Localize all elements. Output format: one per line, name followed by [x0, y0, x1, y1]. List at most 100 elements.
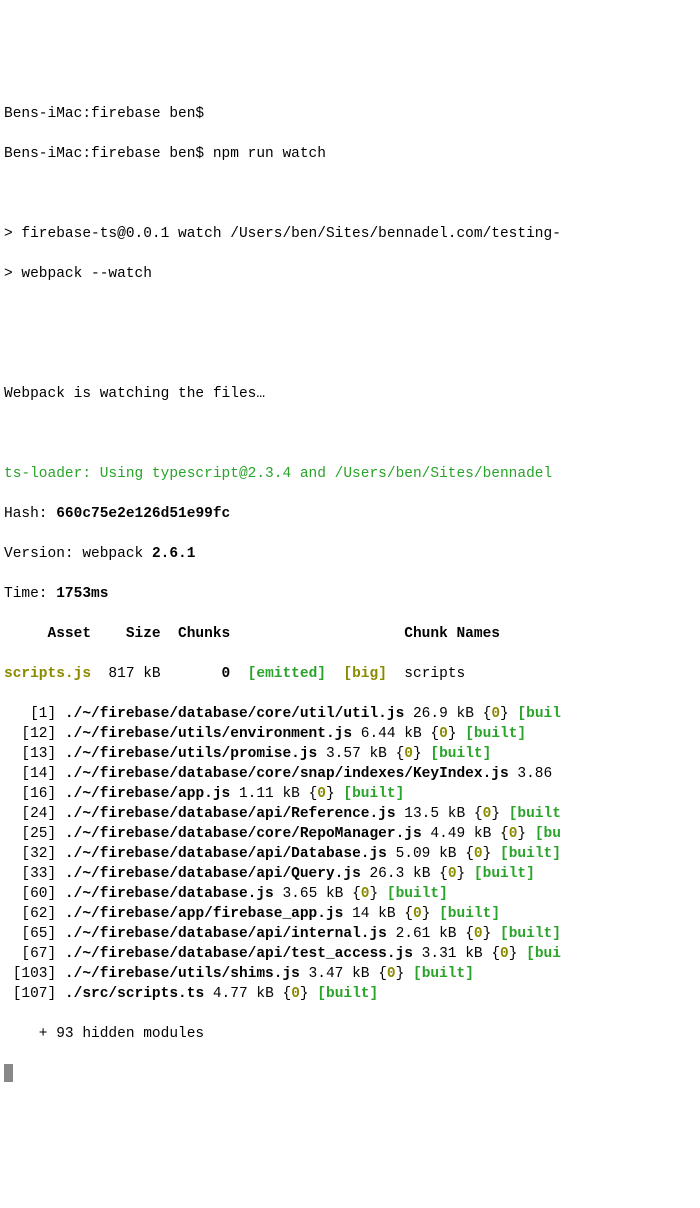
module-size: 3.47 kB: [300, 966, 378, 982]
module-status: [built]: [404, 966, 474, 982]
module-size: 14 kB: [343, 906, 404, 922]
module-chunk: 0: [448, 866, 457, 882]
module-row: [32] ./~/firebase/database/api/Database.…: [4, 844, 696, 864]
module-row: [25] ./~/firebase/database/core/RepoMana…: [4, 824, 696, 844]
module-id: [13]: [4, 746, 56, 762]
module-chunk: 0: [474, 926, 483, 942]
brace-close: }: [300, 986, 309, 1002]
module-status: [built]: [465, 866, 535, 882]
module-status: [buil: [509, 706, 561, 722]
brace-close: }: [483, 926, 492, 942]
module-size: 2.61 kB: [387, 926, 465, 942]
module-size: 5.09 kB: [387, 846, 465, 862]
module-status: [built]: [335, 786, 405, 802]
module-size: 26.3 kB: [361, 866, 439, 882]
brace-open: {: [491, 946, 500, 962]
module-id: [67]: [4, 946, 56, 962]
module-chunk: 0: [317, 786, 326, 802]
module-path: ./~/firebase/database/core/RepoManager.j…: [56, 826, 421, 842]
hash-line: Hash: 660c75e2e126d51e99fc: [4, 504, 696, 524]
module-row: [60] ./~/firebase/database.js 3.65 kB {0…: [4, 884, 696, 904]
brace-close: }: [491, 806, 500, 822]
brace-open: {: [404, 906, 413, 922]
prompt-line: Bens-iMac:firebase ben$: [4, 104, 696, 124]
module-chunk: 0: [509, 826, 518, 842]
brace-close: }: [448, 726, 457, 742]
module-chunk: 0: [413, 906, 422, 922]
module-size: 3.57 kB: [317, 746, 395, 762]
module-path: ./~/firebase/database/api/Reference.js: [56, 806, 395, 822]
terminal-output[interactable]: Bens-iMac:firebase ben$ Bens-iMac:fireba…: [4, 84, 696, 1104]
module-row: [107] ./src/scripts.ts 4.77 kB {0} [buil…: [4, 984, 696, 1004]
module-chunk: 0: [491, 706, 500, 722]
module-size: 4.49 kB: [422, 826, 500, 842]
module-id: [1]: [4, 706, 56, 722]
brace-open: {: [474, 806, 483, 822]
asset-chunk-names: scripts: [387, 666, 465, 682]
module-row: [103] ./~/firebase/utils/shims.js 3.47 k…: [4, 964, 696, 984]
brace-close: }: [413, 746, 422, 762]
module-row: [33] ./~/firebase/database/api/Query.js …: [4, 864, 696, 884]
prompt-command-line: Bens-iMac:firebase ben$ npm run watch: [4, 144, 696, 164]
module-row: [65] ./~/firebase/database/api/internal.…: [4, 924, 696, 944]
brace-close: }: [509, 946, 518, 962]
module-status: [built]: [309, 986, 379, 1002]
module-chunk: 0: [291, 986, 300, 1002]
asset-chunks: 0: [161, 666, 231, 682]
brace-open: {: [282, 986, 291, 1002]
module-chunk: 0: [387, 966, 396, 982]
module-id: [103]: [4, 966, 56, 982]
time-label: Time:: [4, 586, 56, 602]
module-status: [bu: [526, 826, 561, 842]
module-id: [25]: [4, 826, 56, 842]
module-row: [14] ./~/firebase/database/core/snap/ind…: [4, 764, 696, 784]
module-chunk: 0: [404, 746, 413, 762]
brace-open: {: [396, 746, 405, 762]
module-status: [built]: [422, 746, 492, 762]
npm-output-line: > webpack --watch: [4, 264, 696, 284]
module-size: 3.65 kB: [274, 886, 352, 902]
brace-open: {: [352, 886, 361, 902]
module-chunk: 0: [439, 726, 448, 742]
module-id: [60]: [4, 886, 56, 902]
asset-name: scripts.js: [4, 666, 91, 682]
module-path: ./~/firebase/database/api/test_access.js: [56, 946, 413, 962]
brace-open: {: [500, 826, 509, 842]
npm-output-line: > firebase-ts@0.0.1 watch /Users/ben/Sit…: [4, 224, 696, 244]
table-header: Asset Size Chunks Chunk Names: [4, 624, 696, 644]
brace-close: }: [517, 826, 526, 842]
ts-loader-line: ts-loader: Using typescript@2.3.4 and /U…: [4, 464, 696, 484]
module-size: 3.86: [509, 766, 553, 782]
module-path: ./src/scripts.ts: [56, 986, 204, 1002]
module-row: [67] ./~/firebase/database/api/test_acce…: [4, 944, 696, 964]
asset-size: 817 kB: [91, 666, 161, 682]
module-id: [12]: [4, 726, 56, 742]
blank-line: [4, 344, 696, 364]
version-value: 2.6.1: [152, 546, 196, 562]
module-status: [built]: [457, 726, 527, 742]
brace-close: }: [396, 966, 405, 982]
module-id: [33]: [4, 866, 56, 882]
brace-open: {: [378, 966, 387, 982]
module-path: ./~/firebase/database/api/Database.js: [56, 846, 387, 862]
module-status: [bui: [517, 946, 561, 962]
module-chunk: 0: [474, 846, 483, 862]
blank-line: [4, 184, 696, 204]
module-path: ./~/firebase/database.js: [56, 886, 274, 902]
module-size: 6.44 kB: [352, 726, 430, 742]
brace-open: {: [430, 726, 439, 742]
module-row: [16] ./~/firebase/app.js 1.11 kB {0} [bu…: [4, 784, 696, 804]
module-size: 4.77 kB: [204, 986, 282, 1002]
module-id: [62]: [4, 906, 56, 922]
module-path: ./~/firebase/app.js: [56, 786, 230, 802]
module-row: [24] ./~/firebase/database/api/Reference…: [4, 804, 696, 824]
brace-close: }: [422, 906, 431, 922]
blank-line: [4, 304, 696, 324]
module-row: [13] ./~/firebase/utils/promise.js 3.57 …: [4, 744, 696, 764]
brace-open: {: [309, 786, 318, 802]
module-row: [12] ./~/firebase/utils/environment.js 6…: [4, 724, 696, 744]
module-id: [24]: [4, 806, 56, 822]
module-path: ./~/firebase/database/core/snap/indexes/…: [56, 766, 508, 782]
brace-open: {: [465, 846, 474, 862]
brace-open: {: [483, 706, 492, 722]
